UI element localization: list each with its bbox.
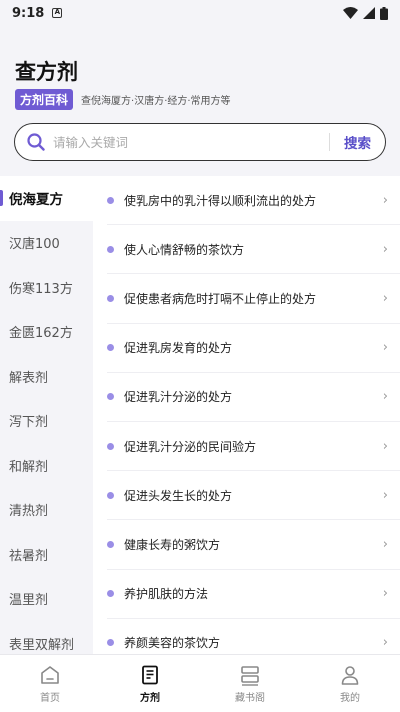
- chevron-right-icon: ›: [382, 192, 388, 208]
- sidebar-item-jingui162[interactable]: 金匮162方: [0, 310, 93, 355]
- signal-icon: [363, 7, 375, 19]
- nav-home-label: 首页: [40, 692, 60, 704]
- bullet-dot-icon: [107, 442, 114, 450]
- bullet-dot-icon: [107, 245, 114, 253]
- status-right: [343, 6, 388, 20]
- sidebar-item-label: 伤寒113方: [9, 281, 73, 297]
- sidebar-item-qingre[interactable]: 清热剂: [0, 488, 93, 533]
- list-item[interactable]: 使乳房中的乳汁得以顺利流出的处方 ›: [107, 176, 400, 226]
- bullet-dot-icon: [107, 294, 114, 302]
- sidebar-item-label: 清热剂: [9, 504, 49, 520]
- search-icon: [27, 133, 45, 151]
- sidebar-item-label: 金匮162方: [9, 326, 73, 342]
- list-item-text: 健康长寿的粥饮方: [124, 537, 221, 552]
- list-item[interactable]: 促使患者病危时打嗝不止停止的处方 ›: [107, 274, 400, 324]
- notification-a-icon: A: [52, 8, 63, 18]
- sidebar-item-shanghan113[interactable]: 伤寒113方: [0, 265, 93, 310]
- list-item-text: 促使患者病危时打嗝不止停止的处方: [124, 291, 317, 306]
- nav-prescriptions-label: 方剂: [140, 692, 160, 704]
- sidebar-item-nihaixia[interactable]: 倪海夏方: [0, 176, 93, 221]
- sidebar-item-hantang100[interactable]: 汉唐100: [0, 221, 93, 266]
- bottom-nav: 首页 方剂 藏书阁 我的: [0, 654, 400, 712]
- status-bar: 9:18 A: [0, 0, 400, 26]
- sidebar-item-biaolishuangjie[interactable]: 表里双解剂: [0, 621, 93, 654]
- home-icon: [41, 665, 59, 684]
- list-item-text: 促进乳汁分泌的处方: [124, 390, 233, 405]
- prescription-list: 使乳房中的乳汁得以顺利流出的处方 › 使人心情舒畅的茶饮方 › 促使患者病危时打嗝不…: [93, 176, 400, 654]
- sidebar-item-hejie[interactable]: 和解剂: [0, 443, 93, 488]
- chevron-right-icon: ›: [382, 487, 388, 503]
- bullet-dot-icon: [107, 540, 114, 548]
- list-item-text: 促进乳汁分泌的民间验方: [124, 439, 257, 454]
- chevron-right-icon: ›: [382, 586, 388, 602]
- nav-library[interactable]: 藏书阁: [200, 655, 300, 712]
- bullet-dot-icon: [107, 393, 114, 401]
- sidebar-item-xiexia[interactable]: 泻下剂: [0, 399, 93, 444]
- chevron-right-icon: ›: [382, 290, 388, 306]
- nav-profile-label: 我的: [340, 692, 360, 704]
- nav-prescriptions[interactable]: 方剂: [100, 655, 200, 712]
- chevron-right-icon: ›: [382, 635, 388, 651]
- chevron-right-icon: ›: [382, 536, 388, 552]
- sidebar-item-label: 和解剂: [9, 459, 49, 475]
- status-time: 9:18: [12, 5, 45, 21]
- bullet-dot-icon: [107, 639, 114, 647]
- battery-icon: [380, 6, 388, 20]
- list-item-text: 促进乳房发育的处方: [124, 341, 233, 356]
- sidebar-item-label: 汉唐100: [9, 237, 60, 253]
- sidebar-item-label: 解表剂: [9, 370, 49, 386]
- nav-profile[interactable]: 我的: [300, 655, 400, 712]
- header-description: 查倪海厦方·汉唐方·经方·常用方等: [81, 96, 231, 107]
- sidebar-item-label: 表里双解剂: [9, 637, 75, 653]
- page-title: 查方剂: [15, 60, 78, 84]
- list-item[interactable]: 促进乳汁分泌的民间验方 ›: [107, 422, 400, 472]
- list-item-text: 养护肌肤的方法: [124, 587, 209, 602]
- sidebar-item-jiebiao[interactable]: 解表剂: [0, 354, 93, 399]
- list-item-text: 使乳房中的乳汁得以顺利流出的处方: [124, 193, 317, 208]
- list-item[interactable]: 养颜美容的茶饮方 ›: [107, 619, 400, 654]
- chevron-right-icon: ›: [382, 389, 388, 405]
- sidebar-item-label: 泻下剂: [9, 415, 49, 431]
- bullet-dot-icon: [107, 590, 114, 598]
- bullet-dot-icon: [107, 344, 114, 352]
- user-icon: [341, 665, 359, 685]
- search-button[interactable]: 搜索: [330, 132, 385, 152]
- list-item[interactable]: 促进乳房发育的处方 ›: [107, 324, 400, 373]
- wifi-icon: [343, 7, 358, 19]
- list-item[interactable]: 促进乳汁分泌的处方 ›: [107, 373, 400, 422]
- list-item[interactable]: 养护肌肤的方法 ›: [107, 570, 400, 619]
- chevron-right-icon: ›: [382, 438, 388, 454]
- document-icon: [142, 665, 158, 684]
- category-sidebar: 倪海夏方 汉唐100 伤寒113方 金匮162方 解表剂 泻下剂 和解剂 清热剂…: [0, 176, 93, 654]
- sidebar-item-label: 倪海夏方: [9, 192, 63, 209]
- bookshelf-icon: [241, 665, 259, 686]
- sidebar-item-wenli[interactable]: 温里剂: [0, 577, 93, 622]
- nav-library-label: 藏书阁: [235, 692, 265, 704]
- list-item-text: 使人心情舒畅的茶饮方: [124, 242, 245, 257]
- sidebar-item-label: 祛暑剂: [9, 548, 49, 564]
- encyclopedia-badge: 方剂百科: [15, 89, 74, 110]
- search-input[interactable]: [53, 127, 329, 157]
- chevron-right-icon: ›: [382, 340, 388, 356]
- nav-home[interactable]: 首页: [0, 655, 100, 712]
- list-item-text: 促进头发生长的处方: [124, 488, 233, 503]
- tag-row: 方剂百科 查倪海厦方·汉唐方·经方·常用方等: [15, 89, 231, 110]
- search-box[interactable]: 搜索: [14, 123, 386, 161]
- bullet-dot-icon: [107, 491, 114, 499]
- list-item[interactable]: 使人心情舒畅的茶饮方 ›: [107, 225, 400, 275]
- sidebar-item-qushu[interactable]: 祛暑剂: [0, 532, 93, 577]
- list-item[interactable]: 健康长寿的粥饮方 ›: [107, 520, 400, 570]
- list-item[interactable]: 促进头发生长的处方 ›: [107, 471, 400, 521]
- sidebar-item-label: 温里剂: [9, 593, 49, 609]
- bullet-dot-icon: [107, 196, 114, 204]
- chevron-right-icon: ›: [382, 241, 388, 257]
- header: 查方剂 方剂百科 查倪海厦方·汉唐方·经方·常用方等 搜索: [0, 26, 400, 176]
- list-item-text: 养颜美容的茶饮方: [124, 636, 221, 651]
